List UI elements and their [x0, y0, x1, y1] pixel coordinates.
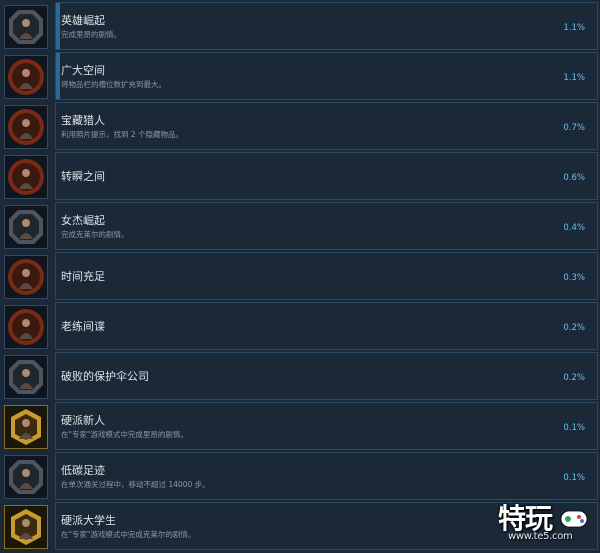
achievement-row[interactable]: 硬派新人在"专家"游戏模式中完成里昂的剧情。 0.1%: [0, 401, 600, 451]
achievement-description: 在"专家"游戏模式中完成里昂的剧情。: [61, 430, 188, 439]
boot-footprint-icon: [4, 455, 48, 499]
achievement-description: 利用照片提示，找到 2 个隐藏物品。: [61, 130, 184, 139]
achievement-title: 老练间谍: [61, 320, 105, 333]
unlock-percentage: 1.1%: [563, 73, 585, 83]
achievement-panel: 硬派新人在"专家"游戏模式中完成里昂的剧情。 0.1%: [55, 402, 598, 450]
leon-portrait-icon: [4, 5, 48, 49]
achievement-title: 英雄崛起: [61, 14, 105, 27]
achievement-panel: 宝藏猎人利用照片提示，找到 2 个隐藏物品。 0.7%: [55, 102, 598, 150]
camera-spy-icon: [4, 305, 48, 349]
unlock-percentage: 1.1%: [563, 23, 585, 33]
achievement-title: 破败的保护伞公司: [61, 370, 149, 383]
achievement-row[interactable]: 转瞬之间 0.6%: [0, 151, 600, 201]
achievement-title: 低碳足迹: [61, 464, 105, 477]
achievement-panel: 女杰崛起完成克莱尔的剧情。 0.4%: [55, 202, 598, 250]
achievement-row[interactable]: 破败的保护伞公司 0.2%: [0, 351, 600, 401]
achievement-panel: 时间充足 0.3%: [55, 252, 598, 300]
achievement-panel: 破败的保护伞公司 0.2%: [55, 352, 598, 400]
progress-bar: [56, 53, 60, 99]
unlock-percentage: 0.6%: [563, 173, 585, 183]
treasure-photo-icon: [4, 105, 48, 149]
attache-case-icon: [4, 55, 48, 99]
watermark-url: www.te5.com: [508, 531, 573, 542]
tyrant-figures-icon: [4, 355, 48, 399]
unlock-percentage: 0.4%: [563, 223, 585, 233]
achievement-title: 宝藏猎人: [61, 114, 105, 127]
achievement-panel: 老练间谍 0.2%: [55, 302, 598, 350]
claire-gold-icon: [4, 505, 48, 549]
achievement-row[interactable]: 宝藏猎人利用照片提示，找到 2 个隐藏物品。 0.7%: [0, 101, 600, 151]
gears-clock-icon: [4, 255, 48, 299]
unlock-percentage: 0.1%: [563, 473, 585, 483]
achievement-row[interactable]: 英雄崛起完成里昂的剧情。 1.1%: [0, 1, 600, 51]
achievement-description: 在"专家"游戏模式中完成克莱尔的剧情。: [61, 530, 196, 539]
achievement-title: 女杰崛起: [61, 214, 105, 227]
unlock-percentage: 0.3%: [563, 273, 585, 283]
achievement-title: 硬派新人: [61, 414, 105, 427]
achievement-title: 时间充足: [61, 270, 105, 283]
gamepad-icon: [560, 510, 588, 528]
achievement-panel: 英雄崛起完成里昂的剧情。 1.1%: [55, 2, 598, 50]
claire-portrait-icon: [4, 205, 48, 249]
unlock-percentage: 0.7%: [563, 123, 585, 133]
achievement-description: 将物品栏的槽位数扩充到最大。: [61, 80, 166, 89]
achievement-row[interactable]: 女杰崛起完成克莱尔的剧情。 0.4%: [0, 201, 600, 251]
achievement-row[interactable]: 时间充足 0.3%: [0, 251, 600, 301]
achievement-row[interactable]: 老练间谍 0.2%: [0, 301, 600, 351]
unlock-percentage: 0.1%: [563, 423, 585, 433]
achievement-panel: 转瞬之间 0.6%: [55, 152, 598, 200]
achievement-description: 完成里昂的剧情。: [61, 30, 121, 39]
achievement-title: 转瞬之间: [61, 170, 105, 183]
achievement-title: 硬派大学生: [61, 514, 116, 527]
achievement-row[interactable]: 低碳足迹在单次通关过程中，移动不超过 14000 步。 0.1%: [0, 451, 600, 501]
leon-gold-icon: [4, 405, 48, 449]
achievement-row[interactable]: 广大空间将物品栏的槽位数扩充到最大。 1.1%: [0, 51, 600, 101]
achievement-panel: 低碳足迹在单次通关过程中，移动不超过 14000 步。 0.1%: [55, 452, 598, 500]
progress-bar: [56, 3, 60, 49]
achievement-description: 完成克莱尔的剧情。: [61, 230, 129, 239]
watermark: 特玩 www.te5.com: [498, 500, 600, 553]
unlock-percentage: 0.2%: [563, 323, 585, 333]
unlock-percentage: 0.2%: [563, 373, 585, 383]
achievement-title: 广大空间: [61, 64, 105, 77]
knife-parry-icon: [4, 155, 48, 199]
achievement-description: 在单次通关过程中，移动不超过 14000 步。: [61, 480, 210, 489]
achievement-panel: 广大空间将物品栏的槽位数扩充到最大。 1.1%: [55, 52, 598, 100]
